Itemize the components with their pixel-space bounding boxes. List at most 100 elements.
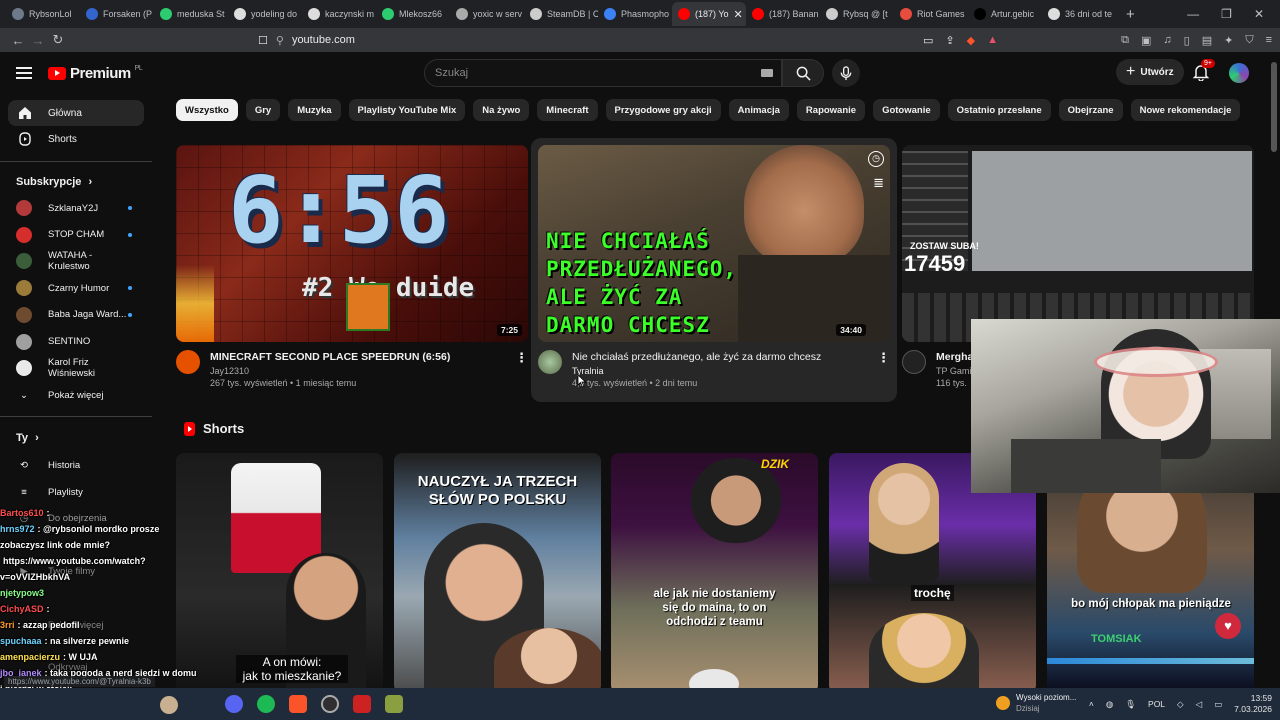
browser-tab[interactable]: yodeling do [228,2,302,26]
more-options-icon[interactable]: ⋮ [515,350,528,388]
network-icon[interactable]: ◍ [1106,699,1113,710]
browser-tab[interactable]: kaczynski m [302,2,376,26]
subscription-item[interactable]: Karol Friz Wiśniewski [16,357,136,379]
page-scrollbar[interactable] [1271,52,1277,688]
volume-icon[interactable]: ◁ [1196,699,1203,710]
vpn-icon[interactable]: ⛉ [1245,34,1253,47]
sidebar-item-history[interactable]: ⟲ Historia [16,455,136,475]
subscription-item[interactable]: WATAHA - Krulestwo [16,250,136,272]
video-title[interactable]: MINECRAFT SECOND PLACE SPEEDRUN (6:56) [210,350,450,364]
scrollbar-thumb[interactable] [1271,62,1277,152]
clock[interactable]: 13:59 7.03.2026 [1234,693,1272,715]
create-button[interactable]: + Utwórz [1116,59,1184,85]
forward-icon[interactable]: → [28,33,48,48]
site-info-icon[interactable]: ⚲ [276,34,284,47]
battery-icon[interactable]: ▭ [1214,699,1222,710]
app-icon[interactable] [385,695,403,713]
brave-icon[interactable] [289,695,307,713]
channel-name[interactable]: Jay12310 [210,366,450,376]
subscription-item[interactable]: Czarny Humor [16,278,136,298]
keyboard-icon[interactable] [761,69,773,77]
minimize-icon[interactable]: — [1187,7,1199,21]
subscription-item[interactable]: Baba Jaga Ward... [16,305,136,325]
more-options-icon[interactable]: ⋮ [877,350,890,388]
youtube-logo[interactable]: Premium PL [48,65,143,82]
reload-icon[interactable]: ↻ [48,32,68,48]
url-box[interactable]: ☐ ⚲ youtube.com ▭ ⇪ ◆ ▲ [258,34,998,47]
close-tab-icon[interactable]: ✕ [734,8,743,21]
add-to-queue-icon[interactable]: ≣ [873,175,884,191]
filter-chip[interactable]: Ostatnio przesłane [947,99,1051,121]
menu-icon[interactable]: ≡ [1266,34,1272,47]
search-input[interactable]: Szukaj [424,59,782,87]
video-title[interactable]: Nie chciałaś przedłużanego, ale żyć za d… [572,350,821,364]
video-thumbnail[interactable]: NIE CHCIAŁAŚ PRZEDŁUŻANEGO, ALE ŻYĆ ZA DARM… [538,145,890,342]
channel-name[interactable]: Tyralnia [572,366,821,376]
browser-tab[interactable]: Mlekosz66 [376,2,450,26]
filter-chip[interactable]: Gotowanie [873,99,940,121]
filter-chip[interactable]: Nowe rekomendacje [1130,99,1241,121]
browser-tab[interactable]: Forsaken (P [80,2,154,26]
browser-tab[interactable]: meduska St [154,2,228,26]
browser-tab[interactable]: yoxic w serv [450,2,524,26]
obs-icon[interactable] [321,695,339,713]
browser-tab[interactable]: (187) Banan [746,2,820,26]
watch-later-icon[interactable]: ◷ [868,151,884,167]
subscription-item[interactable]: STOP CHAM [16,225,136,245]
back-icon[interactable]: ← [8,33,28,48]
url-text[interactable]: youtube.com [292,34,355,46]
brave-shield-icon[interactable]: ◆ [967,34,975,47]
sidebar-toggle-icon[interactable]: ▯ [1184,34,1190,47]
filter-chip[interactable]: Rapowanie [796,99,866,121]
filter-chip[interactable]: Na żywo [473,99,530,121]
browser-tab[interactable]: 36 dni od te [1042,2,1116,26]
video-card[interactable]: 6:56 #2 Wo duide 7:25 MINECRAFT SECOND P… [176,145,528,388]
account-avatar[interactable] [1229,63,1249,83]
short-card[interactable]: DZIK ale jak nie dostaniemy się do maina… [611,453,818,693]
browser-tab[interactable]: SteamDB | C [524,2,598,26]
new-tab-button[interactable]: + [1126,6,1135,23]
cast-icon[interactable]: ▭ [923,34,933,47]
filter-chip[interactable]: Animacja [728,99,789,121]
media-icon[interactable]: ♫ [1163,34,1171,47]
filter-chip[interactable]: Muzyka [288,99,341,121]
sidebar-item-playlists[interactable]: ≡ Playlisty [16,482,136,502]
filter-chip[interactable]: Wszystko [176,99,238,121]
browser-tab[interactable]: Phasmopho [598,2,672,26]
guide-menu-icon[interactable] [16,67,32,79]
mic-icon[interactable]: 🎙 [1125,699,1136,710]
app-icon[interactable] [353,695,371,713]
bookmark-icon[interactable]: ☐ [258,34,268,47]
leo-icon[interactable]: ✦ [1224,34,1233,47]
wifi-icon[interactable]: ◇ [1177,699,1184,710]
video-card[interactable]: NIE CHCIAŁAŚ PRZEDŁUŻANEGO, ALE ŻYĆ ZA DARM… [538,145,890,388]
browser-tab[interactable]: Artur.gebic [968,2,1042,26]
filter-chip[interactable]: Minecraft [537,99,598,121]
tab-search-icon[interactable]: ▣ [1141,34,1151,47]
show-more-button[interactable]: ⌄ Pokaż więcej [16,385,136,405]
channel-avatar[interactable] [902,350,926,374]
voice-search-button[interactable] [832,59,860,87]
subscriptions-heading[interactable]: Subskrypcje › [16,176,92,188]
discord-icon[interactable] [225,695,243,713]
channel-name[interactable]: TP Gami [936,366,973,376]
wallet-icon[interactable]: ▤ [1202,34,1212,47]
you-heading[interactable]: Ty › [16,432,39,444]
video-thumbnail[interactable]: ZOSTAW SUBA! 17459 [902,145,1254,342]
share-icon[interactable]: ⇪ [945,34,954,47]
short-card[interactable]: A on mówi: jak to mieszkanie? [176,453,383,693]
close-window-icon[interactable]: ✕ [1254,7,1264,21]
search-button[interactable] [782,59,824,87]
short-card[interactable]: NAUCZYŁ JA TRZECH SŁÓW PO POLSKU [394,453,601,693]
channel-avatar[interactable] [538,350,562,374]
channel-avatar[interactable] [176,350,200,374]
language-indicator[interactable]: POL [1148,699,1165,709]
browser-tab[interactable]: Riot Games [894,2,968,26]
filter-chip[interactable]: Gry [245,99,281,121]
weather-widget[interactable]: Wysoki poziom... Dzisiaj [996,692,1076,714]
browser-tab[interactable]: Rybsq @ [t [820,2,894,26]
filter-chip[interactable]: Playlisty YouTube Mix [348,99,466,121]
sidebar-item-shorts[interactable]: Shorts [8,126,144,152]
video-thumbnail[interactable]: 6:56 #2 Wo duide 7:25 [176,145,528,342]
brave-rewards-icon[interactable]: ▲ [987,34,998,47]
